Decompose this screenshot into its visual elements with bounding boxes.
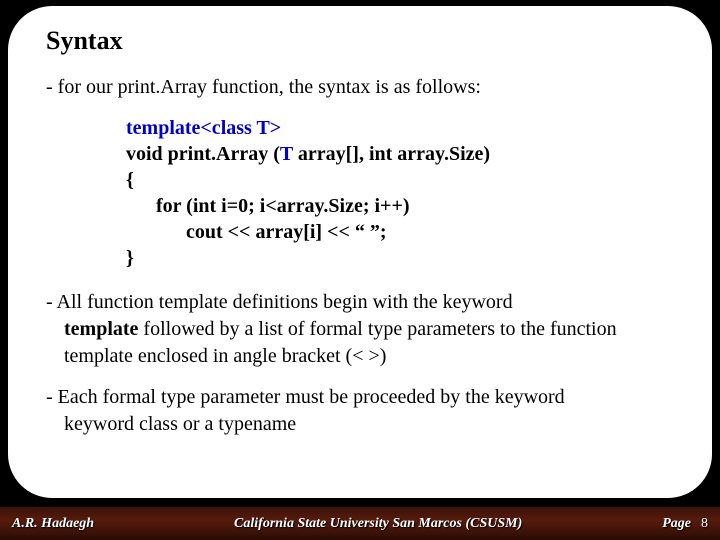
para2-text-c: or a — [178, 413, 219, 435]
code-sig-b: array[], int array.Size) — [293, 143, 490, 165]
code-typevar-2: T — [280, 143, 293, 165]
para1-sub: template followed by a list of formal ty… — [46, 316, 674, 370]
intro-line: - for our print.Array function, the synt… — [46, 74, 674, 101]
para2-text-a: - Each formal type parameter must be pro… — [46, 386, 565, 408]
slide-card: Syntax - for our print.Array function, t… — [8, 6, 712, 498]
code-line-2: void print.Array (T array[], int array.S… — [126, 141, 674, 167]
footer-bar: A.R. Hadaegh California State University… — [0, 506, 720, 540]
slide-title: Syntax — [46, 26, 674, 56]
code-line-6: } — [126, 245, 674, 271]
paragraph-1: - All function template definitions begi… — [46, 289, 674, 370]
footer-author: A.R. Hadaegh — [12, 516, 94, 532]
para1-text-c: followed by a list of formal type parame… — [64, 318, 617, 367]
para2-lead: keyword — [64, 413, 139, 435]
code-line-3: { — [126, 167, 674, 193]
para2-sub: keyword class or a typename — [46, 413, 296, 435]
code-line-4: for (int i=0; i<array.Size; i++) — [126, 193, 674, 219]
footer-page-label: Page — [662, 516, 691, 532]
footer-university: California State University San Marcos (… — [94, 516, 662, 532]
para1-kw-template: template — [64, 318, 138, 340]
footer-page: Page 8 — [662, 516, 708, 532]
code-kw-tail: > — [270, 117, 281, 139]
para2-kw-class: class — [139, 413, 178, 435]
paragraph-2: - Each formal type parameter must be pro… — [46, 384, 674, 438]
code-block: template<class T> void print.Array (T ar… — [126, 115, 674, 271]
code-line-1: template<class T> — [126, 115, 674, 141]
footer-page-number: 8 — [701, 516, 708, 532]
para1-text-a: - All function template definitions begi… — [46, 291, 513, 313]
code-sig-a: void print.Array ( — [126, 143, 280, 165]
code-line-5: cout << array[i] << “ ”; — [126, 219, 674, 245]
code-kw-template: template<class — [126, 117, 256, 139]
para2-kw-typename: typename — [218, 413, 296, 435]
code-typevar-1: T — [256, 117, 269, 139]
